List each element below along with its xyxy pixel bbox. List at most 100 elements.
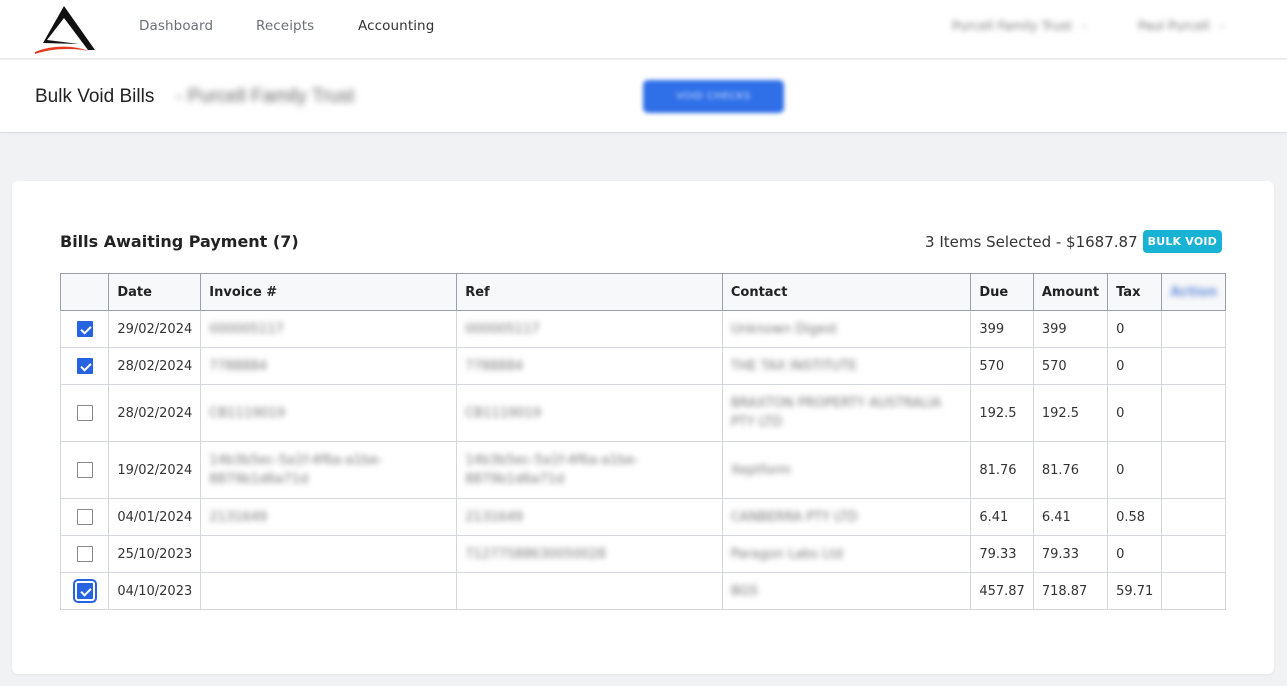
row-checkbox[interactable] <box>76 358 93 374</box>
chevron-down-icon: ⌄ <box>1217 20 1227 31</box>
amount-cell: 570 <box>1032 347 1109 385</box>
row-checkbox[interactable] <box>72 579 97 603</box>
row-checkbox[interactable] <box>76 509 93 525</box>
col-tax[interactable]: Tax <box>1107 273 1163 311</box>
contact-value: BRAXTON PROPERTY AUSTRALIA PTY LTD <box>730 396 942 430</box>
nav-receipts[interactable]: Receipts <box>256 18 314 34</box>
select-cell <box>59 347 110 385</box>
table-row[interactable]: 25/10/2023 71277588630050028 Paragon Labs … <box>59 535 1226 573</box>
contact-cell: BGS <box>721 572 972 610</box>
action-cell <box>1161 384 1226 442</box>
ref-value: 71277588630050028 <box>465 546 606 562</box>
date-cell: 28/02/2024 <box>108 384 202 442</box>
chevron-down-icon: ⌄ <box>1080 20 1089 31</box>
ref-cell: 7788884 <box>456 347 723 385</box>
col-select <box>59 273 110 311</box>
action-cell <box>1161 310 1226 348</box>
row-checkbox[interactable] <box>76 546 93 562</box>
invoice-value: CB1119019 <box>209 405 286 421</box>
invoice-value: 14b3b5ec-5a1f-4f6a-a1be-8879b1d6a71d <box>209 453 383 487</box>
bulk-void-button[interactable]: BULK VOID <box>1142 230 1222 253</box>
page-subtitle: - Purcell Family Trust <box>176 86 355 107</box>
selection-summary-text: 3 Items Selected - $1687.87 <box>925 232 1138 251</box>
due-cell: 570 <box>970 347 1034 385</box>
table-row[interactable]: 04/10/2023 BGS 457.87 718.87 59.71 <box>59 572 1226 610</box>
col-date[interactable]: Date <box>108 273 202 311</box>
table-row[interactable]: 04/01/2024 2131649 2131649 CANBERRA PTY LTD… <box>59 498 1226 536</box>
table-row[interactable]: 29/02/2024 000005117 000005117 Unknown Dige… <box>59 310 1226 348</box>
contact-cell: Xeptform <box>721 441 972 499</box>
ref-cell: CB1119019 <box>456 384 723 442</box>
contact-cell: Unknown Digest <box>721 310 972 348</box>
ref-value: 7788884 <box>465 358 524 374</box>
tax-cell: 59.71 <box>1107 572 1163 610</box>
tax-cell: 0 <box>1107 535 1163 573</box>
tax-cell: 0 <box>1107 384 1163 442</box>
contact-cell: Paragon Labs Ltd <box>721 535 972 573</box>
invoice-value: 2131649 <box>209 509 268 525</box>
nav-accounting[interactable]: Accounting <box>358 18 434 34</box>
row-checkbox[interactable] <box>76 462 93 478</box>
contact-value: Xeptform <box>730 462 791 478</box>
contact-value: BGS <box>730 583 758 599</box>
header-action-button[interactable]: VOID CHECKS <box>643 80 784 113</box>
invoice-value: 7788884 <box>209 358 268 374</box>
invoice-cell <box>200 535 458 573</box>
col-amount[interactable]: Amount <box>1032 273 1109 311</box>
ref-value: 14b3b5ec-5a1f-4f6a-a1be-8879b1d6a71d <box>465 453 639 487</box>
table-row[interactable]: 28/02/2024 7788884 7788884 THE TAX INSTITUT… <box>59 347 1226 385</box>
amount-cell: 81.76 <box>1032 441 1109 499</box>
bills-card: Bills Awaiting Payment (7) 3 Items Selec… <box>12 181 1274 674</box>
logo-icon[interactable] <box>33 4 97 54</box>
due-cell: 457.87 <box>970 572 1034 610</box>
amount-cell: 79.33 <box>1032 535 1109 573</box>
contact-value: Paragon Labs Ltd <box>730 546 843 562</box>
action-cell <box>1161 498 1226 536</box>
col-invoice[interactable]: Invoice # <box>200 273 458 311</box>
select-cell <box>59 572 110 610</box>
select-cell <box>59 441 110 499</box>
contact-cell: CANBERRA PTY LTD <box>721 498 972 536</box>
amount-cell: 718.87 <box>1032 572 1109 610</box>
page-title: Bulk Void Bills <box>35 86 155 107</box>
page-header: Bulk Void Bills - Purcell Family Trust V… <box>0 60 1287 133</box>
action-cell <box>1161 347 1226 385</box>
invoice-value: 000005117 <box>209 321 284 337</box>
col-due[interactable]: Due <box>970 273 1034 311</box>
table-row[interactable]: 19/02/2024 14b3b5ec-5a1f-4f6a-a1be-8879b1… <box>59 441 1226 499</box>
ref-value: 000005117 <box>465 321 540 337</box>
due-cell: 399 <box>970 310 1034 348</box>
ref-cell <box>456 572 723 610</box>
row-checkbox[interactable] <box>76 405 93 421</box>
invoice-cell: 7788884 <box>200 347 458 385</box>
top-navbar: Dashboard Receipts Accounting Purcell Fa… <box>0 0 1287 59</box>
bills-table: Date Invoice # Ref Contact Due Amount Ta… <box>59 273 1226 610</box>
table-header-row: Date Invoice # Ref Contact Due Amount Ta… <box>59 273 1226 311</box>
table-row[interactable]: 28/02/2024 CB1119019 CB1119019 BRAXTON PROP… <box>59 384 1226 442</box>
col-ref[interactable]: Ref <box>456 273 723 311</box>
user-menu[interactable]: Paul Purcell ⌄ <box>1138 18 1226 33</box>
due-cell: 6.41 <box>970 498 1034 536</box>
org-selector-label: Purcell Family Trust <box>952 18 1073 33</box>
action-cell <box>1161 441 1226 499</box>
invoice-cell: 14b3b5ec-5a1f-4f6a-a1be-8879b1d6a71d <box>200 441 458 499</box>
col-contact[interactable]: Contact <box>721 273 972 311</box>
due-cell: 81.76 <box>970 441 1034 499</box>
ref-value: CB1119019 <box>465 405 542 421</box>
nav-dashboard[interactable]: Dashboard <box>139 18 213 34</box>
contact-value: THE TAX INSTITUTE <box>730 358 857 374</box>
tax-cell: 0.58 <box>1107 498 1163 536</box>
date-cell: 04/10/2023 <box>108 572 202 610</box>
org-selector[interactable]: Purcell Family Trust ⌄ <box>952 18 1088 33</box>
invoice-cell <box>200 572 458 610</box>
select-cell <box>59 498 110 536</box>
action-cell <box>1161 535 1226 573</box>
ref-cell: 2131649 <box>456 498 723 536</box>
col-action: Action <box>1161 273 1226 311</box>
row-checkbox[interactable] <box>76 321 93 337</box>
invoice-cell: 2131649 <box>200 498 458 536</box>
contact-value: CANBERRA PTY LTD <box>730 509 858 525</box>
contact-cell: THE TAX INSTITUTE <box>721 347 972 385</box>
tax-cell: 0 <box>1107 310 1163 348</box>
due-cell: 79.33 <box>970 535 1034 573</box>
